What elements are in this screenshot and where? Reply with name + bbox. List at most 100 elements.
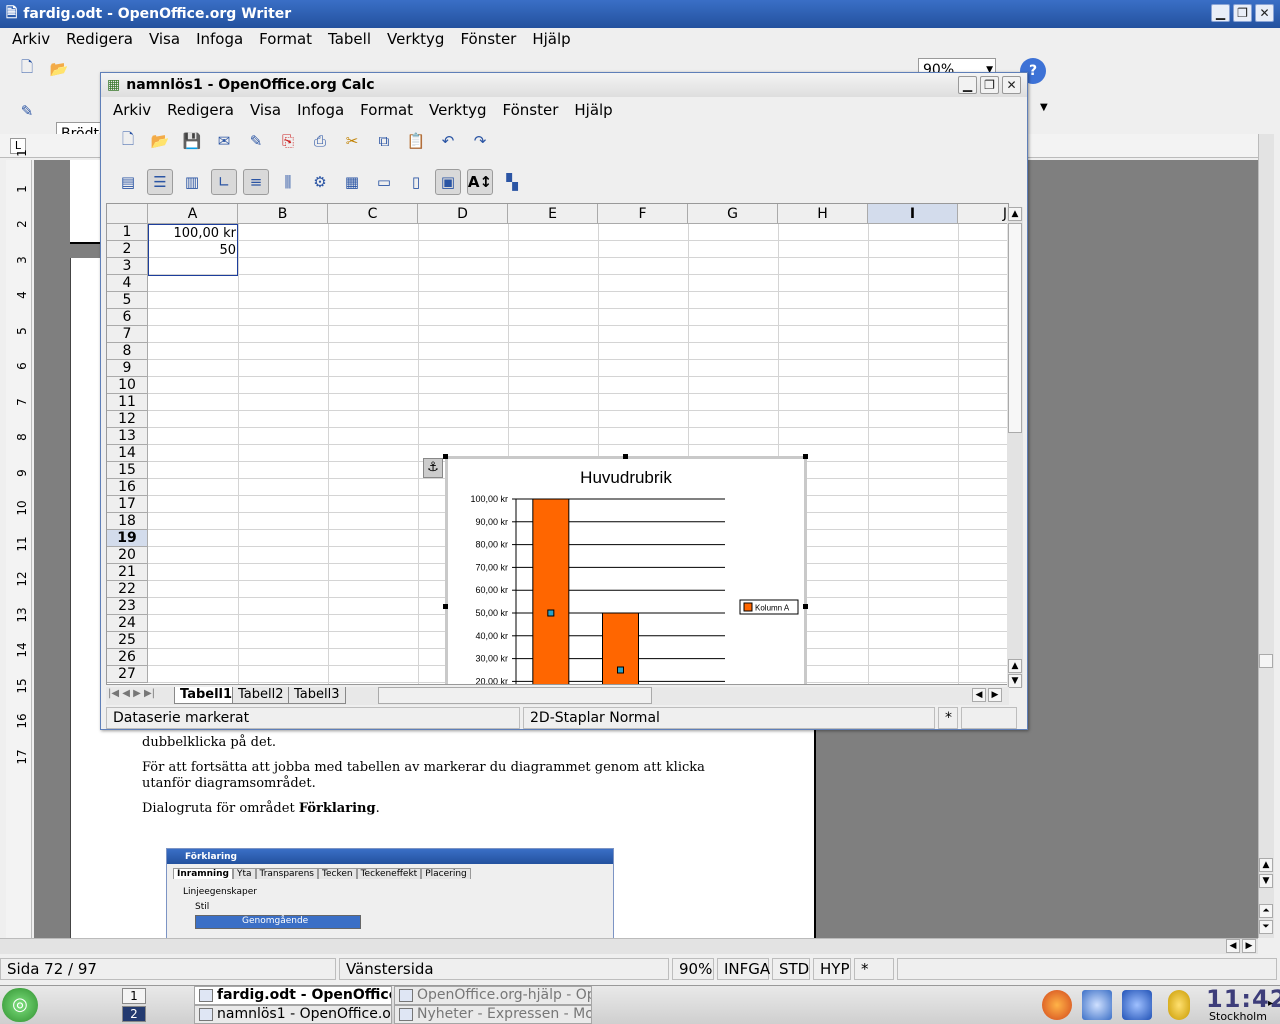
scroll-up-icon[interactable]: ▲: [1008, 207, 1022, 221]
menu-hjalp[interactable]: Hjälp: [524, 30, 578, 48]
cut-icon[interactable]: ✂: [339, 128, 365, 154]
column-header[interactable]: H: [778, 204, 868, 224]
scroll-up-icon[interactable]: ▲: [1259, 858, 1273, 872]
vertical-ruler[interactable]: 1 1 2 3 4 5 6 7 8 9 10 11 12 13 14 15 16 17: [6, 149, 32, 938]
row-header[interactable]: 23: [107, 598, 148, 615]
maximize-icon[interactable]: ❐: [1233, 4, 1252, 22]
row-header[interactable]: 15: [107, 462, 148, 479]
scroll-up-icon[interactable]: ▲: [1008, 659, 1022, 673]
menu-hjalp[interactable]: Hjälp: [566, 101, 620, 119]
row-header[interactable]: 27: [107, 666, 148, 683]
styles-icon[interactable]: ✎: [14, 98, 40, 124]
column-header[interactable]: D: [418, 204, 508, 224]
row-header[interactable]: 13: [107, 428, 148, 445]
tray-icon[interactable]: [1168, 990, 1190, 1020]
anchor-icon[interactable]: ⚓: [423, 458, 443, 478]
menu-redigera[interactable]: Redigera: [159, 101, 242, 119]
row-header[interactable]: 6: [107, 309, 148, 326]
legend-icon[interactable]: ☰: [147, 169, 173, 195]
data-in-rows-icon[interactable]: ▭: [371, 169, 397, 195]
menu-visa[interactable]: Visa: [141, 30, 188, 48]
clock[interactable]: 11:42 Stockholm: [1206, 986, 1280, 1023]
status-insert-mode[interactable]: INFGA: [717, 958, 770, 980]
row-header[interactable]: 17: [107, 496, 148, 513]
undo-icon[interactable]: ↶: [435, 128, 461, 154]
close-icon[interactable]: ✕: [1002, 76, 1021, 94]
menu-arkiv[interactable]: Arkiv: [105, 101, 159, 119]
row-header[interactable]: 14: [107, 445, 148, 462]
row-header[interactable]: 19: [107, 530, 148, 547]
row-header[interactable]: 25: [107, 632, 148, 649]
new-document-icon[interactable]: 🗋: [14, 56, 40, 82]
new-document-icon[interactable]: 🗋: [115, 128, 141, 154]
status-zoom[interactable]: 90%: [672, 958, 714, 980]
menu-infoga[interactable]: Infoga: [188, 30, 251, 48]
menu-visa[interactable]: Visa: [242, 101, 289, 119]
desktop-2[interactable]: 2: [122, 1006, 146, 1022]
sheet-tab-tabell3[interactable]: Tabell3: [288, 687, 346, 704]
menu-verktyg[interactable]: Verktyg: [421, 101, 494, 119]
writer-vertical-scrollbar[interactable]: ▲ ▼ ⏶ ⏷: [1258, 134, 1274, 938]
doc-paragraph-1[interactable]: dubbelklicka på det.: [142, 735, 742, 751]
task-writer[interactable]: fardig.odt - OpenOffice.o: [194, 986, 392, 1005]
edit-file-icon[interactable]: ✎: [243, 128, 269, 154]
resize-handle[interactable]: [623, 454, 628, 459]
row-header[interactable]: 9: [107, 360, 148, 377]
embedded-dialog-screenshot[interactable]: Förklaring Inramning Yta Transparens Tec…: [166, 848, 614, 940]
scroll-left-icon[interactable]: ◀: [972, 688, 986, 702]
firefox-icon[interactable]: [1042, 990, 1072, 1020]
chevron-down-icon[interactable]: ▸: [1268, 998, 1273, 1009]
calc-vertical-scrollbar[interactable]: ▲ ▲ ▼: [1007, 207, 1023, 688]
menu-infoga[interactable]: Infoga: [289, 101, 352, 119]
vertical-grid-icon[interactable]: ⫼: [275, 169, 301, 195]
open-folder-icon[interactable]: 📂: [147, 128, 173, 154]
task-calc[interactable]: namnlös1 - OpenOffice.org: [194, 1005, 392, 1024]
chart-object[interactable]: Huvudrubrik0,00 kr10,00 kr20,00 kr30,00 …: [445, 456, 807, 684]
row-header[interactable]: 26: [107, 649, 148, 666]
spreadsheet-grid[interactable]: A B C D E F G H I J 1 2 3 4 5 6 7 8 9 10 11 12 13 14 1…: [106, 203, 1009, 685]
resize-handle[interactable]: [443, 604, 448, 609]
column-header[interactable]: F: [598, 204, 688, 224]
row-header[interactable]: 11: [107, 394, 148, 411]
minimize-icon[interactable]: ▁: [1211, 4, 1230, 22]
column-header[interactable]: E: [508, 204, 598, 224]
menu-fonster[interactable]: Fönster: [452, 30, 524, 48]
next-page-icon[interactable]: ⏷: [1259, 920, 1273, 934]
menu-tabell[interactable]: Tabell: [320, 30, 379, 48]
horizontal-grid-icon[interactable]: ≡: [243, 169, 269, 195]
calc-titlebar[interactable]: ▦ namnlös1 - OpenOffice.org Calc ▁ ❐ ✕: [101, 73, 1027, 97]
tab-nav-icons[interactable]: |◀ ◀ ▶ ▶|: [108, 688, 155, 699]
column-header[interactable]: I: [868, 204, 958, 224]
row-header[interactable]: 2: [107, 241, 148, 258]
calc-horizontal-scrollbar[interactable]: [378, 687, 652, 704]
row-header[interactable]: 8: [107, 343, 148, 360]
toolbar-overflow-icon[interactable]: ▼: [1040, 102, 1048, 113]
row-header[interactable]: 18: [107, 513, 148, 530]
chart-wall-icon[interactable]: ▦: [339, 169, 365, 195]
print-icon[interactable]: ⎙: [307, 128, 333, 154]
sheet-tab-tabell2[interactable]: Tabell2: [232, 687, 290, 704]
copy-icon[interactable]: ⧉: [371, 128, 397, 154]
row-header[interactable]: 4: [107, 275, 148, 292]
menu-format[interactable]: Format: [352, 101, 421, 119]
column-header[interactable]: C: [328, 204, 418, 224]
scale-text-icon[interactable]: A↕: [467, 169, 493, 195]
row-header[interactable]: 12: [107, 411, 148, 428]
scroll-left-icon[interactable]: ◀: [1226, 939, 1240, 953]
column-header[interactable]: G: [688, 204, 778, 224]
writer-horizontal-scrollbar[interactable]: ◀ ▶: [0, 938, 1258, 954]
resize-handle[interactable]: [803, 454, 808, 459]
row-header[interactable]: 22: [107, 581, 148, 598]
doc-paragraph-3[interactable]: Dialogruta för området Förklaring.: [142, 801, 742, 817]
chart-title-icon[interactable]: ▤: [115, 169, 141, 195]
scroll-down-icon[interactable]: ▼: [1008, 674, 1022, 688]
data-in-columns-icon[interactable]: ▯: [403, 169, 429, 195]
export-pdf-icon[interactable]: ⎘: [275, 128, 301, 154]
chart-type-icon[interactable]: ▥: [179, 169, 205, 195]
status-page-style[interactable]: Vänstersida: [339, 958, 669, 980]
open-folder-icon[interactable]: 📂: [46, 56, 72, 82]
scroll-right-icon[interactable]: ▶: [1242, 939, 1256, 953]
start-menu-icon[interactable]: ◎: [2, 988, 38, 1022]
menu-verktyg[interactable]: Verktyg: [379, 30, 452, 48]
row-header[interactable]: 7: [107, 326, 148, 343]
